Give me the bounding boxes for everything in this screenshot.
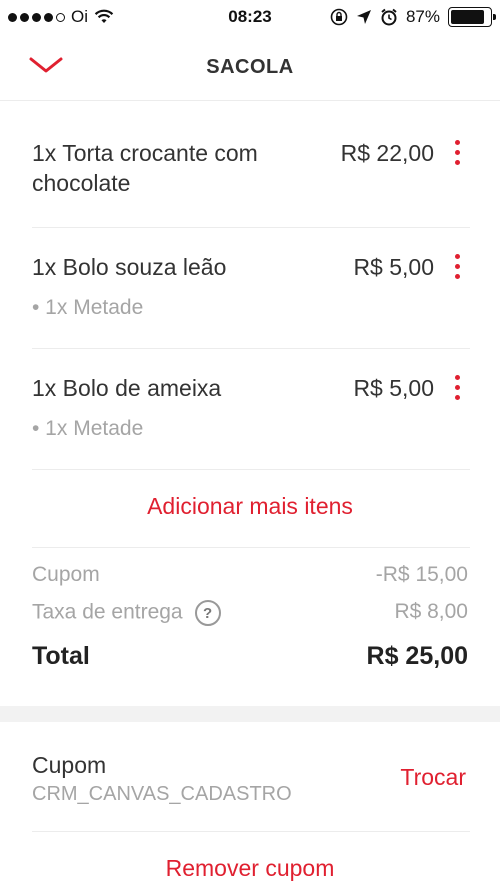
more-options-icon[interactable]	[452, 140, 462, 170]
delivery-fee-label: Taxa de entrega	[32, 600, 183, 624]
more-options-icon[interactable]	[452, 254, 462, 284]
item-name: 1x Torta crocante com chocolate	[32, 140, 258, 196]
item-name: 1x Bolo de ameixa	[32, 375, 222, 401]
cart-item[interactable]: 1x Bolo de ameixa R$ 5,00 • 1x Metade	[32, 373, 470, 470]
battery-percentage: 87%	[405, 7, 440, 26]
total-value: R$ 25,00	[366, 642, 468, 670]
more-options-icon[interactable]	[452, 375, 462, 405]
battery-fill	[451, 10, 485, 24]
cart-item[interactable]: 1x Torta crocante com chocolate R$ 22,00	[32, 138, 470, 228]
battery-icon	[448, 7, 496, 27]
item-price: R$ 22,00	[340, 140, 434, 166]
change-coupon-button[interactable]: Trocar	[400, 764, 466, 791]
help-icon[interactable]: ?	[194, 600, 221, 626]
location-arrow-icon	[356, 10, 371, 24]
coupon-discount-label: Cupom	[32, 563, 100, 586]
add-more-items-link[interactable]: Adicionar mais itens	[0, 493, 500, 520]
item-option: • 1x Metade	[32, 296, 144, 319]
alarm-icon	[381, 8, 397, 26]
header: SACOLA	[0, 34, 500, 101]
item-price: R$ 5,00	[353, 375, 434, 401]
item-price: R$ 5,00	[353, 254, 434, 280]
delivery-fee-row: Taxa de entrega? R$ 8,00	[32, 600, 468, 626]
divider	[32, 547, 470, 548]
total-row: Total R$ 25,00	[32, 642, 468, 671]
section-divider	[0, 706, 500, 722]
delivery-fee-value: R$ 8,00	[394, 600, 468, 623]
coupon-discount-value: -R$ 15,00	[375, 563, 468, 586]
orientation-lock-icon	[330, 8, 348, 26]
coupon-section: Cupom CRM_CANVAS_CADASTRO Trocar	[32, 752, 470, 832]
coupon-discount-row: Cupom -R$ 15,00	[32, 563, 468, 587]
status-bar: Oi 08:23 87%	[0, 0, 500, 34]
cart-item[interactable]: 1x Bolo souza leão R$ 5,00 • 1x Metade	[32, 252, 470, 349]
total-label: Total	[32, 642, 90, 670]
item-option: • 1x Metade	[32, 417, 144, 440]
item-name: 1x Bolo souza leão	[32, 254, 227, 280]
page-title: SACOLA	[206, 56, 294, 78]
status-icons: 87%	[330, 7, 496, 27]
remove-coupon-button[interactable]: Remover cupom	[0, 855, 500, 882]
